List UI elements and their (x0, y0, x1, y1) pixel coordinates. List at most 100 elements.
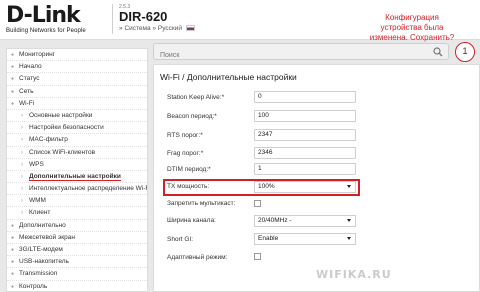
bullet-icon: ● (11, 259, 15, 266)
rts-threshold-input[interactable]: 2347 (254, 129, 356, 141)
sidebar-item-label: Дополнительные настройки (29, 172, 121, 181)
sidebar-item-1[interactable]: ● Начало (7, 61, 147, 74)
sidebar-item-4[interactable]: ● Wi-Fi (7, 98, 147, 110)
bullet-icon: ● (11, 234, 15, 241)
tx-power-label: TX мощность: (167, 183, 210, 190)
settings-panel: Wi-Fi / Дополнительные настройки Station… (153, 64, 480, 292)
search-input[interactable] (154, 48, 414, 63)
sidebar-item-3[interactable]: ● Сеть (7, 86, 147, 98)
frag-threshold-label: Frag порог:* (167, 150, 204, 157)
search-icon[interactable] (433, 47, 443, 57)
block-multicast-checkbox[interactable] (254, 200, 261, 207)
sidebar-item-17[interactable]: ● USB-накопитель (7, 256, 147, 269)
bullet-icon: ● (11, 222, 15, 229)
header-divider (112, 4, 113, 34)
sidebar-item-label: Список WiFi-клиентов (29, 148, 96, 156)
chevron-right-icon: › (21, 161, 23, 168)
dlink-logo[interactable]: D-Link Building Networks for People (6, 3, 106, 35)
sidebar-item-label: Начало (19, 63, 42, 71)
sidebar-item-label: Статус (19, 75, 40, 83)
sidebar-item-11[interactable]: › Интеллектуальное распределение Wi-Fi (7, 183, 147, 196)
chevron-right-icon: › (21, 173, 23, 180)
rts-threshold-label: RTS порог:* (167, 132, 203, 139)
sidebar-item-label: Сеть (19, 87, 34, 95)
tx-power-value: 100% (258, 183, 275, 190)
sidebar-item-label: Wi-Fi (19, 99, 35, 107)
header-subline: » Система » Русский (119, 25, 195, 32)
station-keep-alive-label: Station Keep Alive:* (167, 94, 225, 101)
sidebar-item-15[interactable]: ● Межсетевой экран (7, 232, 147, 244)
sidebar-nav: ● Мониторинг ● Начало ● Статус ● Сеть ● Wi-Fi › Осн… (6, 48, 148, 292)
save-config-notice[interactable]: Конфигурация устройства была изменена. С… (366, 13, 458, 43)
sidebar-item-label: Межсетевой экран (19, 233, 75, 241)
dtim-period-label: DTIM период:* (167, 166, 211, 173)
page-title: Wi-Fi / Дополнительные настройки (160, 72, 297, 82)
dtim-period-input[interactable]: 1 (254, 163, 356, 175)
bullet-icon: ● (11, 283, 15, 290)
bullet-icon: ● (11, 64, 15, 71)
sidebar-item-12[interactable]: › WMM (7, 195, 147, 208)
chevron-right-icon: › (21, 137, 23, 144)
system-menu-link[interactable]: Система (124, 25, 150, 32)
bullet-icon: ● (11, 247, 15, 253)
sidebar-item-14[interactable]: ● Дополнительно (7, 220, 147, 232)
sidebar-item-18[interactable]: ● Transmission (7, 268, 147, 281)
block-multicast-label: Запретить мультикаст: (167, 200, 236, 207)
adaptive-mode-checkbox[interactable] (254, 253, 261, 260)
subline-separator: » (152, 25, 157, 32)
bullet-icon: ● (11, 76, 15, 83)
sidebar-item-label: WPS (29, 160, 44, 168)
chevron-right-icon: › (21, 186, 23, 193)
short-gi-value: Enable (258, 235, 279, 242)
sidebar-item-label: WMM (29, 197, 46, 205)
sidebar-item-19[interactable]: ● Контроль (7, 281, 147, 291)
sidebar-item-16[interactable]: ● 3G/LTE-модем (7, 244, 147, 257)
sidebar-item-label: Клиент (29, 209, 51, 217)
sidebar-item-10[interactable]: › Дополнительные настройки (7, 171, 147, 184)
channel-width-select[interactable]: 20/40MHz - (254, 215, 356, 227)
bullet-icon: ● (11, 100, 15, 107)
sidebar-item-6[interactable]: › Настройки безопасности (7, 122, 147, 135)
chevron-right-icon: › (21, 112, 23, 119)
header: D-Link Building Networks for People 2.5.… (0, 0, 480, 43)
language-menu-link[interactable]: Русский (158, 25, 182, 32)
sidebar-item-label: Настройки безопасности (29, 124, 104, 132)
sidebar-item-label: USB-накопитель (19, 258, 69, 266)
beacon-period-input[interactable]: 100 (254, 110, 356, 122)
russian-flag-icon (185, 25, 195, 32)
frag-threshold-input[interactable]: 2346 (254, 147, 356, 159)
channel-width-value: 20/40MHz - (258, 217, 292, 224)
chevron-right-icon: › (21, 210, 23, 217)
dropdown-arrow-icon (347, 219, 351, 222)
sidebar-item-2[interactable]: ● Статус (7, 73, 147, 86)
sidebar-item-label: Контроль (19, 282, 48, 290)
sidebar-item-13[interactable]: › Клиент (7, 207, 147, 220)
sidebar-item-label: Интеллектуальное распределение Wi-Fi (29, 185, 147, 193)
sidebar-item-label: Мониторинг (19, 51, 56, 58)
sidebar-item-label: Transmission (19, 270, 58, 278)
sidebar-item-0[interactable]: ● Мониторинг (7, 49, 147, 62)
sidebar-item-label: 3G/LTE-модем (19, 246, 63, 253)
sidebar-item-9[interactable]: › WPS (7, 159, 147, 171)
station-keep-alive-input[interactable]: 0 (254, 91, 356, 103)
logo-text: D-Link (6, 3, 81, 28)
bullet-icon: ● (11, 52, 15, 58)
tx-power-select[interactable]: 100% (254, 181, 356, 193)
sidebar-item-label: MAC-фильтр (29, 136, 68, 144)
logo-tagline: Building Networks for People (6, 28, 86, 34)
chevron-right-icon: › (21, 149, 23, 156)
beacon-period-label: Beacon период:* (167, 113, 217, 120)
bullet-icon: ● (11, 271, 15, 278)
search-bar (153, 43, 449, 63)
sidebar-item-8[interactable]: › Список WiFi-клиентов (7, 147, 147, 159)
sidebar-item-5[interactable]: › Основные настройки (7, 110, 147, 123)
adaptive-mode-label: Адаптивный режим: (167, 254, 228, 261)
channel-width-label: Ширина канала: (167, 217, 216, 224)
bullet-icon: ● (11, 88, 15, 95)
short-gi-select[interactable]: Enable (254, 233, 356, 245)
sidebar-item-label: Дополнительно (19, 221, 66, 229)
watermark: WIFIKA.RU (316, 268, 392, 281)
dropdown-arrow-icon (347, 185, 351, 188)
sidebar-item-7[interactable]: › MAC-фильтр (7, 134, 147, 147)
notification-badge[interactable]: 1 (455, 42, 475, 62)
